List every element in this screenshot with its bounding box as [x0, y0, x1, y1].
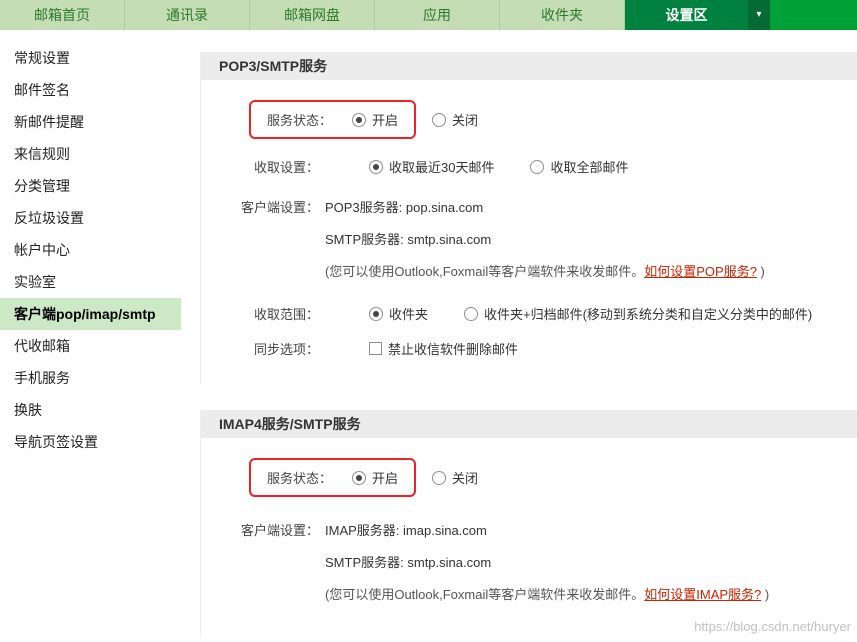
imap-note-suffix: ) — [761, 587, 769, 602]
pop-status-off-label: 关闭 — [452, 110, 478, 129]
pop-fetch-label: 收取设置： — [219, 157, 319, 176]
pop-fetch-recent-label: 收取最近30天邮件 — [389, 157, 494, 176]
imap-note-text: (您可以使用Outlook,Foxmail等客户端软件来收发邮件。 — [325, 587, 644, 602]
tab-apps[interactable]: 应用 — [375, 0, 500, 30]
radio-selected-icon — [369, 160, 383, 174]
sidebar-item-account-center[interactable]: 帐户中心 — [0, 234, 181, 266]
radio-unselected-icon — [530, 160, 544, 174]
pop-range-archive-radio[interactable]: 收件夹+归档邮件(移动到系统分类和自定义分类中的邮件) — [464, 304, 812, 323]
tab-mail-home[interactable]: 邮箱首页 — [0, 0, 125, 30]
imap-status-off-label: 关闭 — [452, 468, 478, 487]
nav-right-fill — [770, 0, 857, 30]
sidebar-item-pop-imap-smtp[interactable]: 客户端pop/imap/smtp — [0, 298, 181, 330]
pop3-section-title: POP3/SMTP服务 — [201, 52, 857, 80]
tab-mail-drive[interactable]: 邮箱网盘 — [250, 0, 375, 30]
imap-client-note: (您可以使用Outlook,Foxmail等客户端软件来收发邮件。如何设置IMA… — [325, 579, 769, 611]
pop-service-status-row: 服务状态： 开启 关闭 — [249, 100, 839, 139]
imap-client-setting-row: 客户端设置： IMAP服务器: imap.sina.com SMTP服务器: s… — [219, 515, 839, 611]
pop3-smtp-panel: POP3/SMTP服务 服务状态： 开启 关闭 收取设置： — [200, 52, 857, 384]
imap-server-value: imap.sina.com — [403, 523, 487, 538]
pop-fetch-all-label: 收取全部邮件 — [550, 157, 628, 176]
pop-range-archive-label: 收件夹+归档邮件(移动到系统分类和自定义分类中的邮件) — [484, 304, 812, 323]
imap-smtp-server-value: smtp.sina.com — [407, 555, 491, 570]
imap-service-status-row: 服务状态： 开启 关闭 — [249, 458, 839, 497]
pop-server-value: pop.sina.com — [406, 200, 483, 215]
radio-selected-icon — [352, 471, 366, 485]
pop-note-text: (您可以使用Outlook,Foxmail等客户端软件来收发邮件。 — [325, 264, 644, 279]
pop-status-off-radio[interactable]: 关闭 — [432, 110, 478, 129]
imap-status-off-radio[interactable]: 关闭 — [432, 468, 478, 487]
pop-sync-option-row: 同步选项： 禁止收信软件删除邮件 — [219, 339, 839, 358]
pop-status-on-label: 开启 — [372, 110, 398, 129]
how-to-set-pop-link[interactable]: 如何设置POP服务? — [644, 264, 757, 279]
imap4-smtp-panel: IMAP4服务/SMTP服务 服务状态： 开启 关闭 客户端设置： — [200, 410, 857, 637]
tab-settings[interactable]: 设置区 ▾ — [625, 0, 770, 30]
pop-server-line: POP3服务器: pop.sina.com — [325, 192, 765, 224]
imap-status-highlight-box: 服务状态： 开启 — [249, 458, 416, 497]
pop-range-inbox-radio[interactable]: 收件夹 — [369, 304, 428, 323]
pop-status-on-radio[interactable]: 开启 — [352, 110, 398, 129]
checkbox-unchecked-icon — [369, 342, 382, 355]
imap-server-line: IMAP服务器: imap.sina.com — [325, 515, 769, 547]
pop-fetch-setting-row: 收取设置： 收取最近30天邮件 收取全部邮件 — [219, 157, 839, 176]
sidebar-item-signature[interactable]: 邮件签名 — [0, 74, 181, 106]
sidebar-item-mail-rules[interactable]: 来信规则 — [0, 138, 181, 170]
sidebar-item-mobile-service[interactable]: 手机服务 — [0, 362, 181, 394]
tab-inbox[interactable]: 收件夹 — [500, 0, 625, 30]
imap-status-label: 服务状态： — [267, 468, 332, 487]
sidebar-item-lab[interactable]: 实验室 — [0, 266, 181, 298]
imap-smtp-server-line: SMTP服务器: smtp.sina.com — [325, 547, 769, 579]
pop-sync-label: 同步选项： — [219, 339, 319, 358]
pop-server-label: POP3服务器: — [325, 200, 402, 215]
pop-client-label: 客户端设置： — [219, 192, 319, 224]
tab-settings-label: 设置区 — [625, 0, 748, 30]
imap-client-label: 客户端设置： — [219, 515, 319, 547]
sidebar-item-nav-tabs-setting[interactable]: 导航页签设置 — [0, 426, 181, 458]
sidebar-item-category[interactable]: 分类管理 — [0, 170, 181, 202]
pop-client-note: (您可以使用Outlook,Foxmail等客户端软件来收发邮件。如何设置POP… — [325, 256, 765, 288]
top-navigation: 邮箱首页 通讯录 邮箱网盘 应用 收件夹 设置区 ▾ — [0, 0, 857, 30]
pop-fetch-range-row: 收取范围： 收件夹 收件夹+归档邮件(移动到系统分类和自定义分类中的邮件) — [219, 304, 839, 323]
imap-server-label: IMAP服务器: — [325, 523, 399, 538]
pop-note-suffix: ) — [757, 264, 765, 279]
smtp-server-line: SMTP服务器: smtp.sina.com — [325, 224, 765, 256]
tab-contacts[interactable]: 通讯录 — [125, 0, 250, 30]
smtp-server-value: smtp.sina.com — [407, 232, 491, 247]
radio-selected-icon — [352, 113, 366, 127]
pop-fetch-recent-radio[interactable]: 收取最近30天邮件 — [369, 157, 494, 176]
imap4-section-title: IMAP4服务/SMTP服务 — [201, 410, 857, 438]
pop-status-label: 服务状态： — [267, 110, 332, 129]
radio-unselected-icon — [432, 113, 446, 127]
imap-status-on-radio[interactable]: 开启 — [352, 468, 398, 487]
pop-fetch-all-radio[interactable]: 收取全部邮件 — [530, 157, 628, 176]
radio-selected-icon — [369, 307, 383, 321]
radio-unselected-icon — [432, 471, 446, 485]
radio-unselected-icon — [464, 307, 478, 321]
pop-client-setting-row: 客户端设置： POP3服务器: pop.sina.com SMTP服务器: sm… — [219, 192, 839, 288]
pop-sync-checkbox-label: 禁止收信软件删除邮件 — [388, 339, 518, 358]
how-to-set-imap-link[interactable]: 如何设置IMAP服务? — [644, 587, 761, 602]
pop-range-label: 收取范围： — [219, 304, 319, 323]
pop-status-highlight-box: 服务状态： 开启 — [249, 100, 416, 139]
watermark-text: https://blog.csdn.net/huryer — [694, 619, 851, 634]
settings-main: POP3/SMTP服务 服务状态： 开启 关闭 收取设置： — [200, 30, 857, 642]
sidebar-item-general[interactable]: 常规设置 — [0, 42, 181, 74]
sidebar-item-new-mail-alert[interactable]: 新邮件提醒 — [0, 106, 181, 138]
imap-status-on-label: 开启 — [372, 468, 398, 487]
sidebar-item-antispam[interactable]: 反垃圾设置 — [0, 202, 181, 234]
settings-sidebar: 常规设置 邮件签名 新邮件提醒 来信规则 分类管理 反垃圾设置 帐户中心 实验室… — [0, 30, 181, 642]
sidebar-item-skin[interactable]: 换肤 — [0, 394, 181, 426]
pop-sync-checkbox[interactable]: 禁止收信软件删除邮件 — [369, 339, 518, 358]
pop-range-inbox-label: 收件夹 — [389, 304, 428, 323]
sidebar-item-proxy-mailbox[interactable]: 代收邮箱 — [0, 330, 181, 362]
imap-smtp-server-label: SMTP服务器: — [325, 555, 404, 570]
smtp-server-label: SMTP服务器: — [325, 232, 404, 247]
chevron-down-icon[interactable]: ▾ — [748, 0, 770, 30]
